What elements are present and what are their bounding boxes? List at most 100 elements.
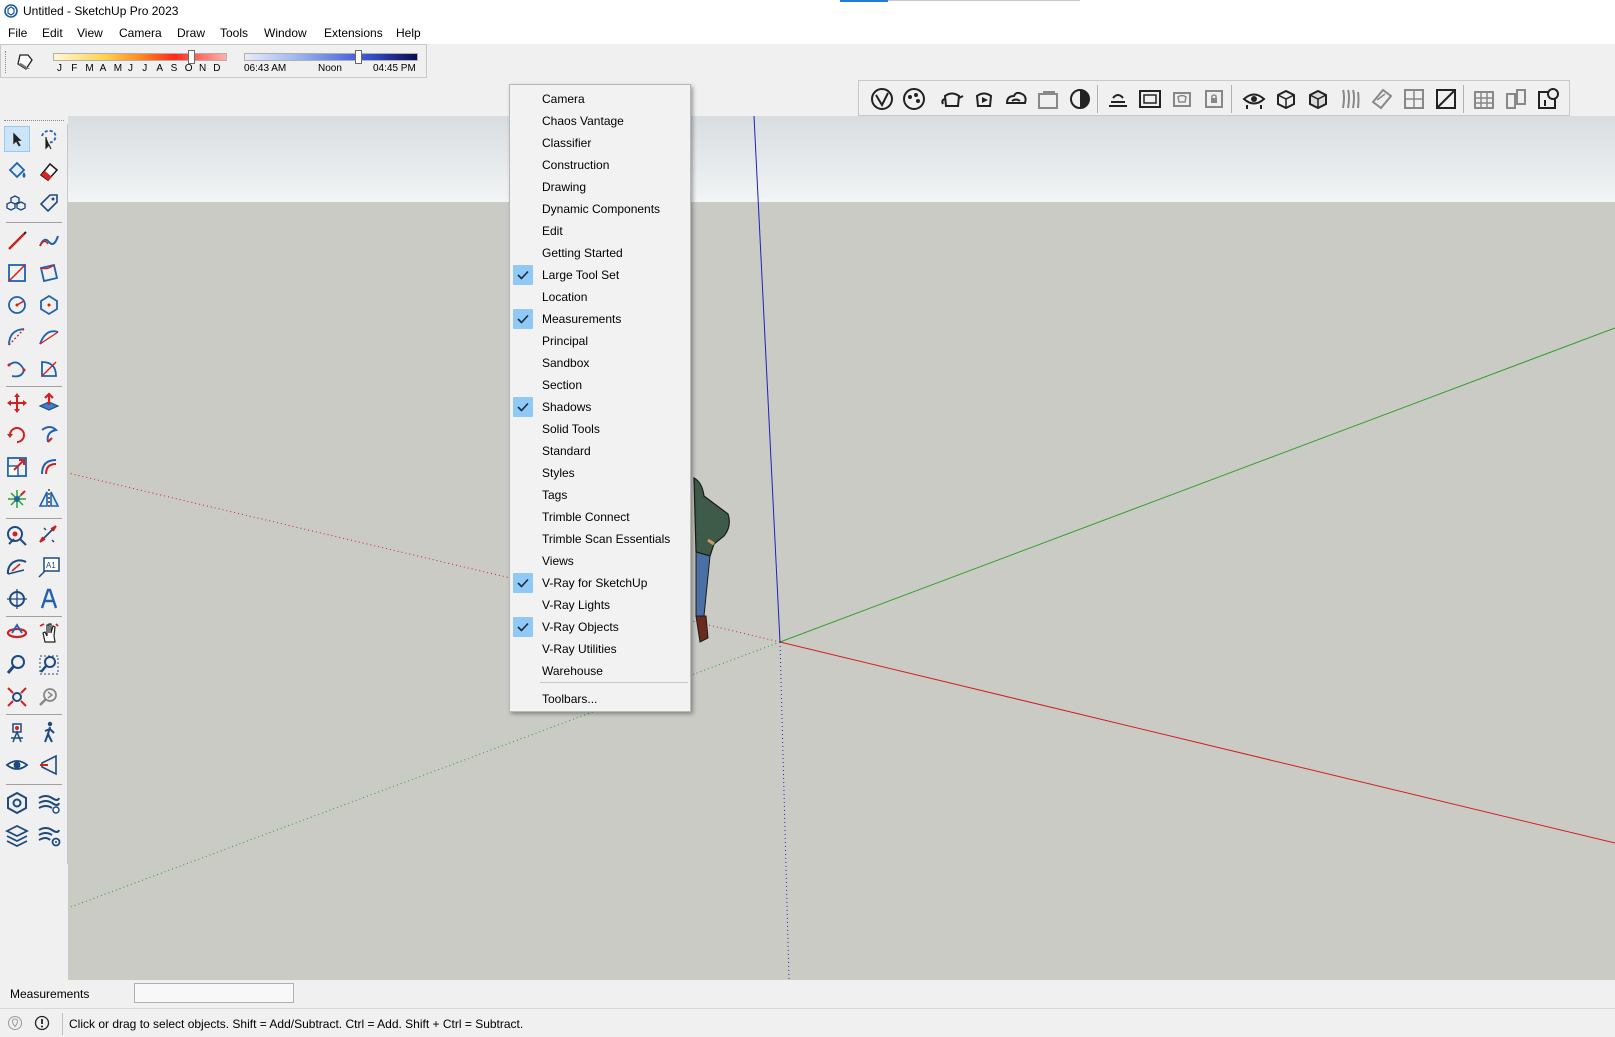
section-plane-icon[interactable] [36,752,62,778]
asset-editor-icon[interactable] [901,86,927,112]
vray-sun-icon[interactable] [1105,86,1131,112]
time-slider-thumb[interactable] [354,50,362,64]
menu-item-v-ray-for-sketchup[interactable]: V-Ray for SketchUp [510,572,690,594]
make-component-icon[interactable] [4,190,30,216]
eraser-icon[interactable] [36,158,62,184]
scan-settings-icon[interactable] [36,822,62,848]
polygon-tool-icon[interactable] [36,292,62,318]
two-point-arc-icon[interactable] [36,324,62,350]
menu-item-camera[interactable]: Camera [510,88,690,110]
menu-item-styles[interactable]: Styles [510,462,690,484]
scan-essentials-icon[interactable] [36,790,62,816]
date-slider-thumb[interactable] [187,50,195,64]
toolbar-grip[interactable] [5,51,8,73]
render-teapot-icon[interactable] [939,86,965,112]
walk-tool-icon[interactable] [36,720,62,746]
vray-mesh-icon[interactable] [1305,86,1331,112]
three-point-arc-icon[interactable] [4,356,30,382]
menu-item-warehouse[interactable]: Warehouse [510,660,690,682]
look-around-icon[interactable] [4,752,30,778]
time-slider-track[interactable] [244,53,418,61]
move-tool-icon[interactable] [4,390,30,416]
menu-item-v-ray-lights[interactable]: V-Ray Lights [510,594,690,616]
arc-tool-icon[interactable] [4,324,30,350]
circle-tool-icon[interactable] [4,292,30,318]
info-icon[interactable] [34,1015,50,1031]
menu-item-trimble-scan-essentials[interactable]: Trimble Scan Essentials [510,528,690,550]
menu-item-chaos-vantage[interactable]: Chaos Vantage [510,110,690,132]
menu-item-standard[interactable]: Standard [510,440,690,462]
vray-plane-icon[interactable] [1369,86,1395,112]
lock-camera-icon[interactable] [1201,86,1227,112]
zoom-tool-icon[interactable] [4,652,30,678]
menu-item-principal[interactable]: Principal [510,330,690,352]
menu-item-v-ray-objects[interactable]: V-Ray Objects [510,616,690,638]
menu-item-getting-started[interactable]: Getting Started [510,242,690,264]
freehand-tool-icon[interactable] [36,228,62,254]
frame-buffer-icon[interactable] [1035,86,1061,112]
offset-tool-icon[interactable] [36,454,62,480]
menu-item-v-ray-utilities[interactable]: V-Ray Utilities [510,638,690,660]
trimble-connect-icon[interactable] [4,790,30,816]
menu-item-section[interactable]: Section [510,374,690,396]
vray-logo-icon[interactable] [869,86,895,112]
scene-interpreter-icon[interactable] [1471,86,1497,112]
measurements-input[interactable] [134,983,294,1003]
menu-item-dynamic-components[interactable]: Dynamic Components [510,198,690,220]
select-tool-icon[interactable] [4,126,30,152]
push-pull-icon[interactable] [36,390,62,416]
position-camera-icon[interactable] [4,720,30,746]
menu-item-large-tool-set[interactable]: Large Tool Set [510,264,690,286]
shadow-toggle-icon[interactable] [15,52,35,72]
render-cloud-icon[interactable] [1003,86,1029,112]
menu-item-tags[interactable]: Tags [510,484,690,506]
dimension-tool-icon[interactable] [36,522,62,548]
menu-item-trimble-connect[interactable]: Trimble Connect [510,506,690,528]
pie-tool-icon[interactable] [36,356,62,382]
menu-item-toolbars-dialog[interactable]: Toolbars... [510,688,690,710]
rotate-tool-icon[interactable] [4,422,30,448]
menu-camera[interactable]: Camera [119,26,162,40]
menu-draw[interactable]: Draw [177,26,205,40]
menu-extensions[interactable]: Extensions [324,26,383,40]
light-gen-icon[interactable] [1535,86,1561,112]
text-tool-icon[interactable]: A1 [36,554,62,580]
vray-fur-icon[interactable] [1337,86,1363,112]
interactive-render-icon[interactable] [971,86,997,112]
vray-proxy-icon[interactable] [1273,86,1299,112]
pan-tool-icon[interactable] [36,620,62,646]
follow-me-icon[interactable] [36,422,62,448]
tag-tool-icon[interactable] [36,190,62,216]
protractor-icon[interactable] [4,554,30,580]
menu-item-edit[interactable]: Edit [510,220,690,242]
geo-location-icon[interactable] [7,1015,23,1031]
menu-item-views[interactable]: Views [510,550,690,572]
batch-render-icon[interactable] [1067,86,1093,112]
pack-project-icon[interactable] [1503,86,1529,112]
previous-view-icon[interactable] [36,684,62,710]
tape-measure-icon[interactable] [4,522,30,548]
line-tool-icon[interactable] [4,228,30,254]
rectangle-tool-icon[interactable] [4,260,30,286]
toolbar-grip[interactable] [4,120,64,122]
menu-window[interactable]: Window [264,26,307,40]
modeling-viewport[interactable] [68,116,1615,980]
3d-text-icon[interactable] [36,586,62,612]
vray-camera-icon[interactable] [1241,86,1267,112]
position-camera-move-icon[interactable] [4,486,30,512]
menu-edit[interactable]: Edit [42,26,63,40]
axes-tool-icon[interactable] [4,586,30,612]
date-slider-track[interactable] [53,53,227,61]
menu-help[interactable]: Help [396,26,421,40]
menu-item-shadows[interactable]: Shadows [510,396,690,418]
vray-clipper-icon[interactable] [1433,86,1459,112]
menu-item-classifier[interactable]: Classifier [510,132,690,154]
layer-stack-icon[interactable] [4,822,30,848]
viewport-render-icon[interactable] [1137,86,1163,112]
lasso-select-icon[interactable] [36,126,62,152]
menu-item-location[interactable]: Location [510,286,690,308]
paint-bucket-icon[interactable] [4,158,30,184]
menu-item-sandbox[interactable]: Sandbox [510,352,690,374]
zoom-window-icon[interactable] [36,652,62,678]
scale-tool-icon[interactable] [4,454,30,480]
